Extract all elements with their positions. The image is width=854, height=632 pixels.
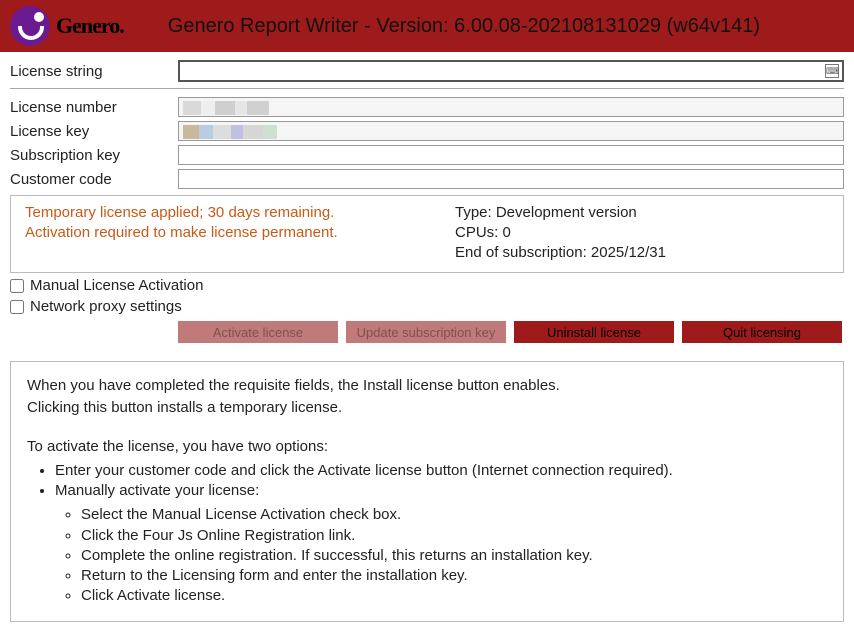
status-cpus: CPUs: 0 [455, 224, 666, 241]
divider [10, 88, 844, 89]
license-key-field [178, 121, 844, 141]
keyboard-icon[interactable]: ⌨ [825, 64, 839, 78]
quit-licensing-button[interactable]: Quit licensing [682, 321, 842, 343]
license-number-label: License number [10, 99, 178, 116]
subscription-key-label: Subscription key [10, 147, 178, 164]
status-temp-license: Temporary license applied; 30 days remai… [25, 204, 425, 221]
license-key-label: License key [10, 123, 178, 140]
proxy-settings-label: Network proxy settings [30, 298, 182, 315]
help-panel: When you have completed the requisite fi… [10, 361, 844, 622]
uninstall-license-button[interactable]: Uninstall license [514, 321, 674, 343]
license-string-input-wrap[interactable]: ⌨ [178, 60, 844, 82]
status-end-subscription: End of subscription: 2025/12/31 [455, 244, 666, 261]
genero-logo-icon [10, 6, 50, 46]
license-string-label: License string [10, 63, 178, 80]
license-number-field [178, 97, 844, 117]
manual-activation-label: Manual License Activation [30, 277, 203, 294]
help-line-2: Clicking this button installs a temporar… [27, 398, 827, 418]
status-activation-required: Activation required to make license perm… [25, 224, 425, 241]
update-subscription-button: Update subscription key [346, 321, 506, 343]
help-option-1: Enter your customer code and click the A… [55, 461, 827, 481]
customer-code-input[interactable] [178, 169, 844, 189]
customer-code-label: Customer code [10, 171, 178, 188]
help-line-1: When you have completed the requisite fi… [27, 376, 827, 396]
page-title: Genero Report Writer - Version: 6.00.08-… [124, 15, 804, 38]
proxy-settings-row[interactable]: Network proxy settings [10, 298, 844, 315]
help-line-3: To activate the license, you have two op… [27, 437, 827, 457]
help-sub-2: Click the Four Js Online Registration li… [81, 526, 827, 546]
help-sub-1: Select the Manual License Activation che… [81, 505, 827, 525]
brand-logo: Genero. [10, 6, 124, 46]
help-sub-3: Complete the online registration. If suc… [81, 546, 827, 566]
activate-license-button: Activate license [178, 321, 338, 343]
status-type: Type: Development version [455, 204, 666, 221]
license-string-input[interactable] [184, 63, 818, 79]
app-header: Genero. Genero Report Writer - Version: … [0, 0, 854, 52]
brand-text: Genero. [56, 13, 124, 39]
status-panel: Temporary license applied; 30 days remai… [10, 195, 844, 273]
help-sub-5: Click Activate license. [81, 586, 827, 606]
subscription-key-input[interactable] [178, 145, 844, 165]
manual-activation-checkbox[interactable] [10, 279, 24, 293]
help-option-2: Manually activate your license: [55, 482, 259, 499]
help-sub-4: Return to the Licensing form and enter t… [81, 566, 827, 586]
action-button-row: Activate license Update subscription key… [10, 321, 844, 343]
manual-activation-row[interactable]: Manual License Activation [10, 277, 844, 294]
proxy-settings-checkbox[interactable] [10, 300, 24, 314]
